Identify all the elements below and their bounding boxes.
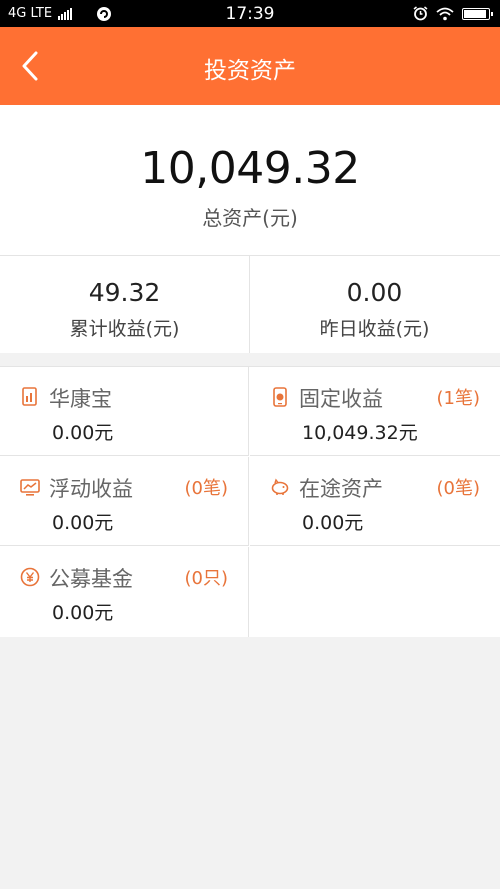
total-assets-value: 10,049.32	[140, 143, 360, 194]
yen-coin-icon	[20, 567, 40, 587]
category-in-transit-assets[interactable]: 在途资产 (0笔) 0.00元	[250, 457, 500, 546]
document-icon	[22, 387, 37, 406]
category-value: 0.00元	[52, 422, 114, 444]
category-fixed-income[interactable]: 固定收益 (1笔) 10,049.32元	[250, 367, 500, 456]
category-value: 0.00元	[52, 512, 114, 534]
category-value: 0.00元	[302, 512, 364, 534]
category-title: 固定收益	[299, 387, 383, 411]
category-huakangbao[interactable]: 华康宝 0.00元	[0, 367, 249, 456]
page-title: 投资资产	[204, 58, 296, 84]
earnings-stats: 49.32 累计收益(元) 0.00 昨日收益(元)	[0, 256, 500, 353]
category-count: (1笔)	[436, 388, 481, 409]
phone-coin-icon	[273, 387, 287, 407]
nav-bar: 投资资产	[0, 27, 500, 105]
yesterday-earnings-label: 昨日收益(元)	[319, 318, 430, 340]
status-right	[413, 0, 493, 27]
status-bar: 4G LTE 17:39	[0, 0, 500, 27]
category-value: 10,049.32元	[302, 422, 418, 444]
yesterday-earnings: 0.00 昨日收益(元)	[250, 256, 499, 353]
cumulative-earnings-label: 累计收益(元)	[69, 318, 180, 340]
battery-icon	[462, 7, 493, 20]
category-title: 在途资产	[299, 477, 383, 501]
cumulative-earnings: 49.32 累计收益(元)	[0, 256, 250, 353]
category-count: (0笔)	[184, 478, 229, 499]
category-floating-income[interactable]: 浮动收益 (0笔) 0.00元	[0, 457, 249, 546]
category-public-funds[interactable]: 公募基金 (0只) 0.00元	[0, 547, 249, 637]
total-assets-label: 总资产(元)	[202, 206, 298, 230]
total-assets-summary: 10,049.32 总资产(元)	[0, 105, 500, 256]
empty-cell	[250, 547, 500, 637]
category-title: 华康宝	[49, 387, 112, 411]
piggy-bank-icon	[271, 478, 289, 495]
cumulative-earnings-value: 49.32	[88, 278, 161, 307]
category-value: 0.00元	[52, 602, 114, 624]
wifi-icon	[436, 7, 454, 20]
monitor-icon	[20, 479, 40, 496]
category-count: (0只)	[184, 568, 229, 589]
asset-category-grid: 华康宝 0.00元 固定收益 (1笔) 10,049.32元 浮动收益 (0笔)…	[0, 366, 500, 637]
alarm-icon	[413, 6, 428, 21]
category-count: (0笔)	[436, 478, 481, 499]
yesterday-earnings-value: 0.00	[346, 278, 403, 307]
category-title: 公募基金	[49, 567, 133, 591]
category-title: 浮动收益	[49, 477, 133, 501]
